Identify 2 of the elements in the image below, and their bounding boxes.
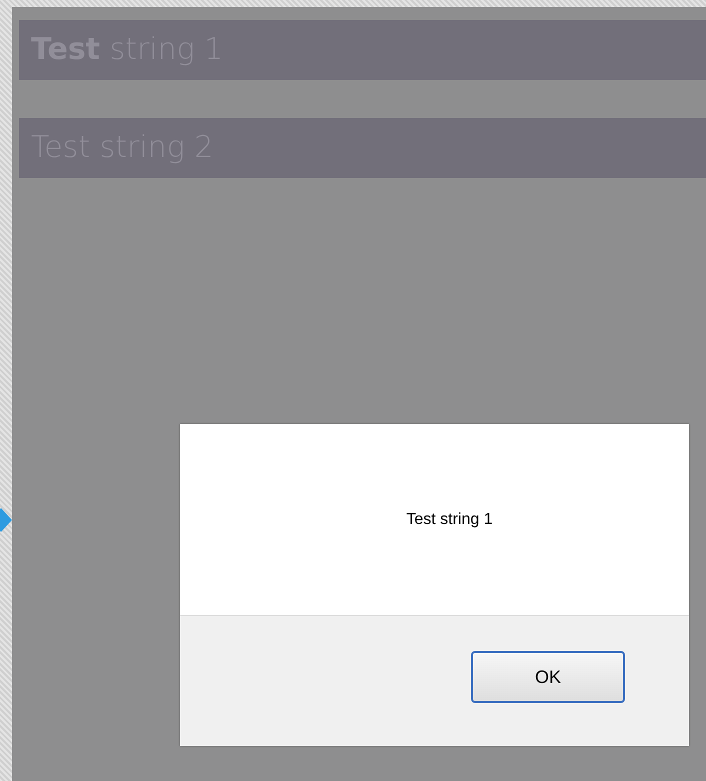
dialog-message: Test string 1 [405,510,493,530]
ok-button[interactable]: OK [471,651,625,703]
